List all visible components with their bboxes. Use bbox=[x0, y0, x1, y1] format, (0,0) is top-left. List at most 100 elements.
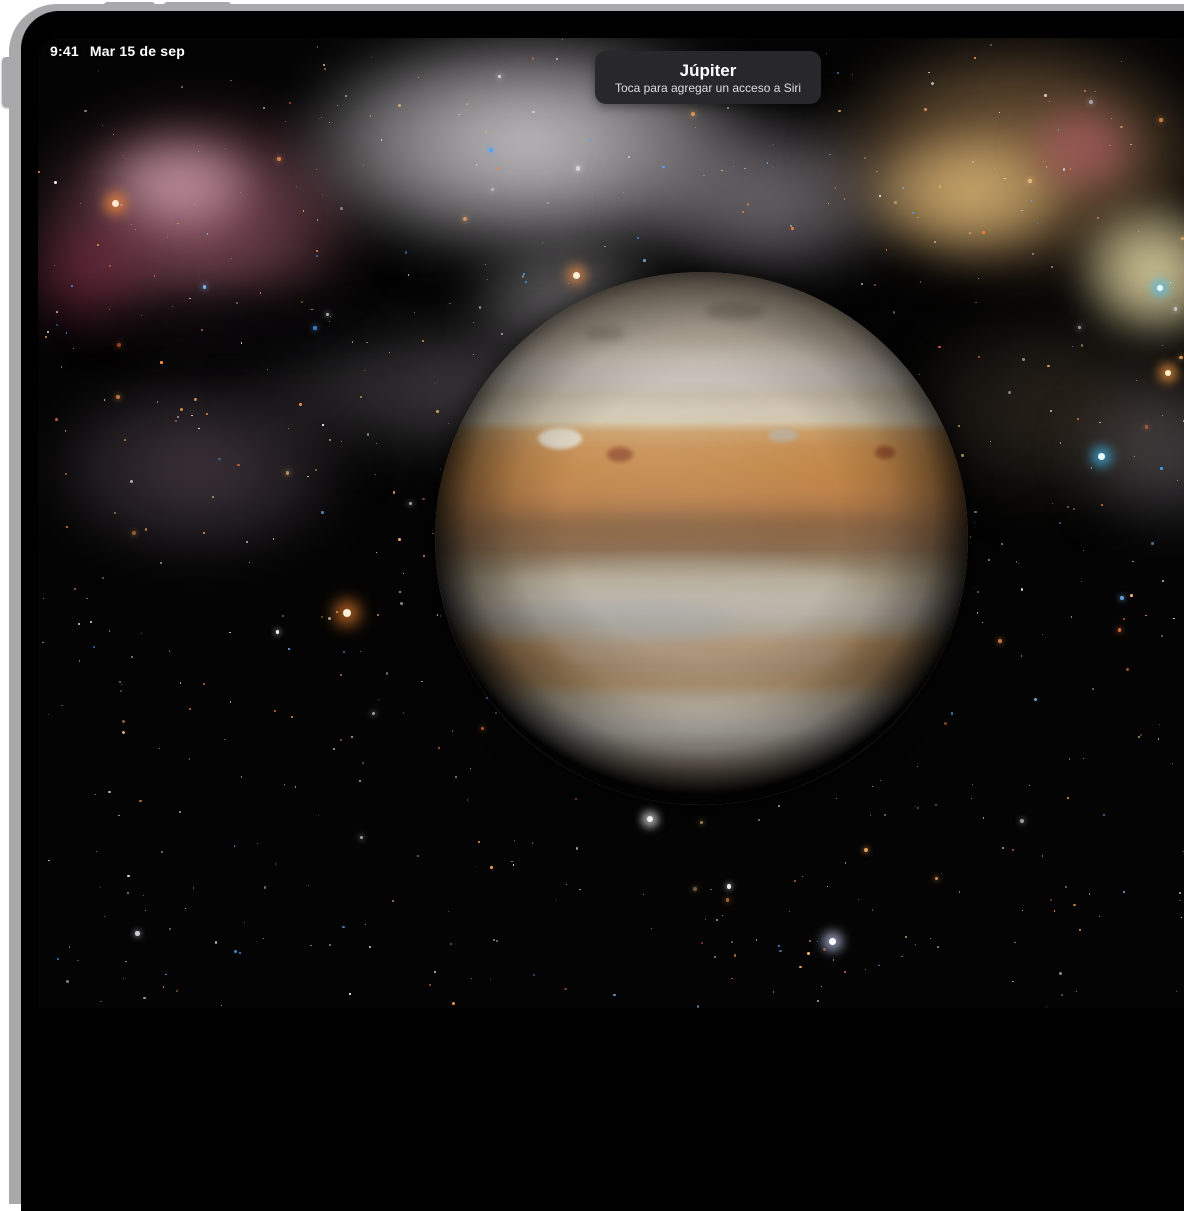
star bbox=[198, 428, 200, 430]
star bbox=[288, 648, 290, 650]
star bbox=[975, 302, 976, 303]
star bbox=[1021, 655, 1023, 657]
star bbox=[651, 928, 652, 929]
star bbox=[438, 747, 440, 749]
star bbox=[878, 965, 879, 966]
star bbox=[167, 237, 168, 238]
star bbox=[38, 171, 40, 173]
star bbox=[432, 533, 433, 534]
star bbox=[532, 111, 535, 114]
star bbox=[876, 171, 878, 173]
star bbox=[337, 105, 338, 106]
star bbox=[423, 555, 425, 557]
star bbox=[1076, 991, 1078, 993]
star bbox=[1014, 942, 1016, 944]
star bbox=[1101, 504, 1103, 506]
star bbox=[917, 807, 919, 809]
star bbox=[995, 168, 996, 169]
star bbox=[434, 383, 435, 384]
star bbox=[974, 511, 977, 514]
star bbox=[48, 860, 50, 862]
star bbox=[157, 401, 159, 403]
star bbox=[823, 948, 826, 951]
star bbox=[579, 889, 581, 891]
bright-star bbox=[573, 272, 580, 279]
star bbox=[369, 946, 371, 948]
star bbox=[779, 950, 781, 952]
star bbox=[1091, 467, 1093, 469]
star bbox=[121, 684, 122, 685]
star bbox=[872, 909, 874, 911]
star bbox=[180, 682, 182, 684]
star bbox=[417, 855, 419, 857]
star bbox=[321, 117, 323, 119]
star bbox=[1061, 994, 1064, 997]
star bbox=[330, 316, 332, 318]
star bbox=[189, 708, 191, 710]
bright-star bbox=[343, 609, 351, 617]
siri-banner-subtitle: Toca para agregar un acceso a Siri bbox=[615, 82, 801, 94]
star bbox=[246, 541, 248, 543]
star bbox=[807, 952, 810, 955]
star bbox=[758, 819, 760, 821]
star bbox=[80, 203, 81, 204]
star bbox=[1022, 910, 1024, 912]
star bbox=[160, 361, 163, 364]
star bbox=[1002, 847, 1004, 849]
star bbox=[189, 298, 190, 299]
star bbox=[193, 887, 195, 889]
star bbox=[905, 936, 907, 938]
star bbox=[1079, 929, 1081, 931]
star bbox=[177, 223, 179, 225]
status-date: Mar 15 de sep bbox=[90, 43, 185, 59]
star bbox=[917, 217, 919, 219]
star bbox=[78, 623, 80, 625]
star bbox=[513, 864, 514, 865]
star bbox=[154, 275, 156, 277]
star bbox=[145, 910, 146, 911]
star bbox=[74, 588, 76, 590]
star bbox=[1073, 508, 1075, 510]
star bbox=[643, 894, 644, 895]
siri-shortcut-banner[interactable]: Júpiter Toca para agregar un acceso a Si… bbox=[595, 51, 821, 104]
star bbox=[1059, 522, 1061, 524]
star bbox=[828, 203, 830, 205]
star bbox=[1084, 90, 1086, 92]
bright-star bbox=[647, 816, 653, 822]
star bbox=[1140, 734, 1142, 736]
star bbox=[700, 821, 703, 824]
star bbox=[930, 938, 931, 939]
star bbox=[65, 430, 66, 431]
star bbox=[1047, 365, 1050, 368]
jupiter-planet[interactable] bbox=[435, 272, 968, 805]
star bbox=[971, 798, 972, 799]
star bbox=[1021, 210, 1023, 212]
star bbox=[1176, 991, 1177, 992]
star bbox=[360, 836, 363, 839]
star bbox=[329, 944, 331, 946]
star bbox=[988, 559, 990, 561]
star bbox=[894, 201, 897, 204]
star bbox=[522, 275, 524, 277]
star bbox=[376, 552, 378, 554]
star bbox=[367, 433, 370, 436]
star bbox=[1004, 178, 1005, 179]
star bbox=[1111, 118, 1112, 119]
star bbox=[65, 473, 67, 475]
star bbox=[836, 798, 838, 800]
bright-star bbox=[1165, 370, 1171, 376]
star bbox=[131, 656, 134, 659]
star bbox=[532, 842, 534, 844]
star bbox=[288, 428, 289, 429]
star bbox=[56, 311, 58, 313]
star bbox=[69, 946, 71, 948]
star bbox=[809, 940, 811, 942]
star bbox=[872, 786, 873, 787]
star bbox=[363, 165, 364, 166]
star bbox=[710, 889, 712, 891]
star bbox=[1042, 634, 1043, 635]
star bbox=[405, 251, 408, 254]
star bbox=[1044, 94, 1047, 97]
star bbox=[628, 156, 630, 158]
star bbox=[141, 633, 143, 635]
